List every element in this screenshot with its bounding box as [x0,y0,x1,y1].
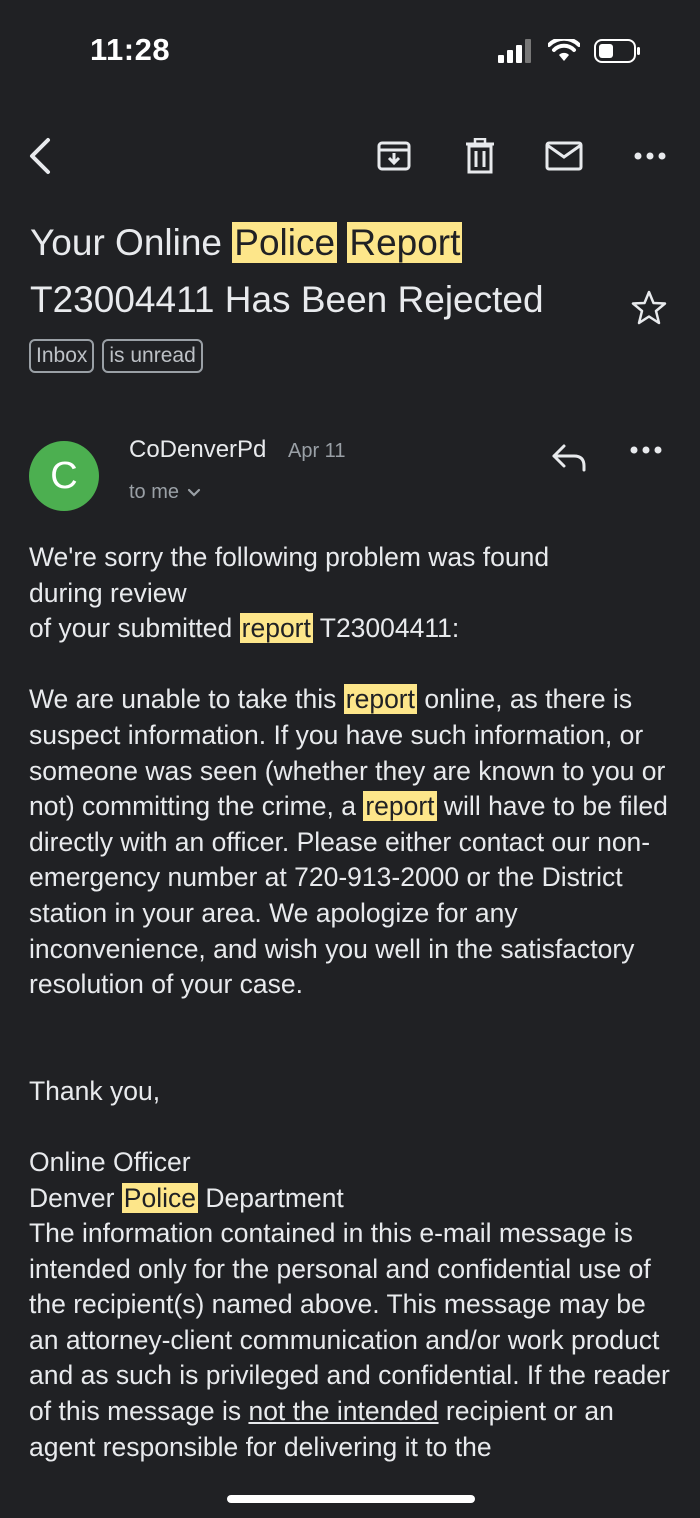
wifi-icon [548,39,580,61]
more-dots-icon [630,446,662,454]
closing-text: Thank you, [29,1075,161,1106]
label-inbox[interactable]: Inbox [29,339,95,373]
back-button[interactable] [18,134,62,178]
archive-button[interactable] [372,134,416,178]
label-unread[interactable]: is unread [102,339,203,373]
back-arrow-icon [30,138,50,174]
search-highlight: Police [121,1182,198,1213]
reply-button[interactable] [550,442,590,479]
status-bar: 11:28 [0,0,700,100]
signature-line: Online Officer [29,1146,191,1177]
disclaimer-text: The information contained in this e-mail… [29,1218,670,1462]
search-highlight: Police [232,222,338,263]
reply-icon [552,444,586,472]
trash-icon [466,138,494,174]
status-time: 11:28 [90,32,171,67]
sender-name[interactable]: CoDenverPd [129,436,266,464]
email-toolbar [0,120,700,190]
star-button[interactable] [630,290,668,331]
recipient-label: to me [129,481,180,503]
body-line: We're sorry the following problem was fo… [29,542,550,572]
delete-button[interactable] [458,134,502,178]
signal-icon [498,39,531,63]
signature-line: Denver Police Department [29,1182,344,1213]
battery-icon [594,39,640,63]
archive-icon [377,141,411,171]
label-chips: Inbox is unread [29,339,203,373]
more-options-button[interactable] [628,134,672,178]
body-paragraph: We are unable to take this report online… [29,684,668,1000]
search-highlight: report [343,684,417,715]
message-more-button[interactable] [630,442,662,460]
home-indicator[interactable] [227,1495,475,1503]
chevron-down-icon [187,488,201,497]
body-line: of your submitted report T23004411: [29,613,460,644]
body-line: during review [29,577,187,608]
search-highlight: report [363,791,437,822]
star-icon [631,290,667,325]
more-dots-icon [634,152,666,160]
status-icons [498,38,642,64]
sender-avatar[interactable]: C [29,441,99,511]
email-subject: Your Online Police Report T23004411 Has B… [30,222,544,320]
recipient-details-toggle[interactable]: to me [129,481,201,504]
search-highlight: report [239,613,313,644]
search-highlight: Report [347,222,463,263]
email-body: We're sorry the following problem was fo… [29,540,679,1465]
mark-unread-button[interactable] [542,134,586,178]
email-date: Apr 11 [288,440,346,462]
mail-icon [545,141,583,171]
